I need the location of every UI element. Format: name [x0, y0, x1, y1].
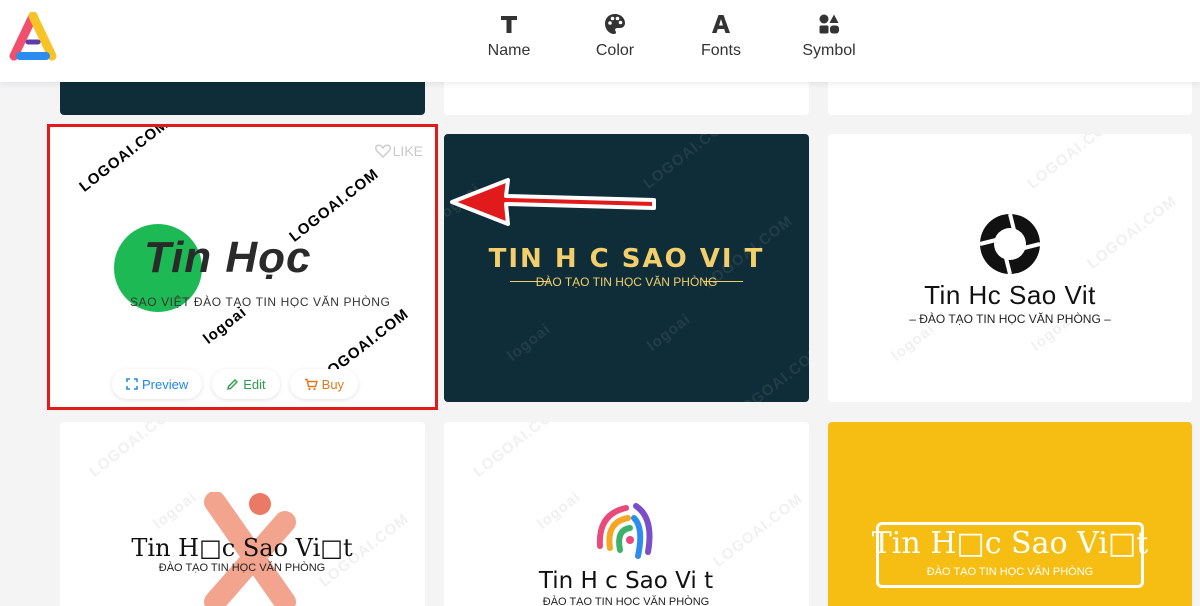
preview-button[interactable]: Preview [112, 369, 203, 399]
logoai-brand-logo[interactable] [6, 12, 60, 64]
logo-title: Tin H□c Sao Vi□t [871, 526, 1149, 561]
nav-symbol-label: Symbol [802, 42, 856, 59]
nav-fonts[interactable]: Fonts [667, 10, 775, 72]
annotation-arrow-icon [450, 178, 656, 226]
edit-button[interactable]: Edit [212, 369, 280, 399]
nav-color[interactable]: Color [563, 10, 667, 72]
cart-icon [304, 378, 318, 390]
like-label: LIKE [392, 143, 423, 159]
like-button[interactable]: LIKE [374, 143, 423, 159]
top-header: Name Color Fonts Symbol [0, 0, 1200, 82]
fingerprint-symbol-icon [596, 503, 653, 559]
expand-icon [126, 378, 138, 390]
divider [703, 281, 743, 282]
logo-title: TIN H C SAO VI T [488, 244, 765, 274]
logo-subtitle: ĐÀO TẠO TIN HỌC VĂN PHÒNG [926, 566, 1094, 578]
logo-card-bottom-middle[interactable]: LOGOAI.COM logoai LOGOAI.COM Tin H c Sao… [444, 422, 809, 606]
logo-title: Tin H□c Sao Vi□t [131, 534, 353, 562]
card-actions: Preview Edit Buy [112, 369, 359, 399]
logo-subtitle: ĐÀO TẠO TIN HỌC VĂN PHÒNG [158, 562, 326, 574]
shapes-icon [818, 10, 840, 38]
logo-subtitle: SAO VIỆT ĐÀO TẠO TIN HỌC VĂN PHÒNG [130, 295, 391, 309]
logo-subtitle: – ĐÀO TẠO TIN HỌC VĂN PHÒNG – [909, 312, 1111, 326]
palette-icon [604, 10, 626, 38]
heart-icon [374, 144, 391, 158]
logo-title: Tin Học [144, 233, 312, 282]
nav-symbol[interactable]: Symbol [775, 10, 883, 72]
logo-title: Tin Hc Sao Vit [924, 280, 1096, 310]
nav-fonts-label: Fonts [700, 42, 741, 59]
pencil-icon [227, 378, 239, 390]
logo-subtitle: ĐÀO TẠO TIN HỌC VĂN PHÒNG [542, 596, 710, 606]
text-icon [499, 10, 519, 38]
logo-title: Tin H c Sao Vi t [538, 568, 714, 594]
nav-name-label: Name [487, 42, 531, 59]
logo-card-bottom-left[interactable]: LOGOAI.COM logoai LOGOAI.COM Tin H□c Sao… [60, 422, 425, 606]
top-nav: Name Color Fonts Symbol [455, 10, 883, 72]
font-icon [711, 10, 731, 38]
buy-button[interactable]: Buy [289, 369, 359, 399]
nav-color-label: Color [595, 42, 635, 59]
selected-logo-card[interactable]: LOGOAI.COM LOGOAI.COM logoai LOGOAI.COM … [47, 124, 438, 410]
logo-subtitle: ĐÀO TẠO TIN HỌC VĂN PHÒNG [535, 275, 718, 289]
logo-card-bottom-right[interactable]: Tin H□c Sao Vi□t ĐÀO TẠO TIN HỌC VĂN PHÒ… [828, 422, 1192, 606]
aperture-symbol-icon [979, 213, 1041, 275]
logo-card-right[interactable]: LOGOAI.COM LOGOAI.COM logoai logoai Tin … [828, 134, 1192, 402]
nav-name[interactable]: Name [455, 10, 563, 72]
